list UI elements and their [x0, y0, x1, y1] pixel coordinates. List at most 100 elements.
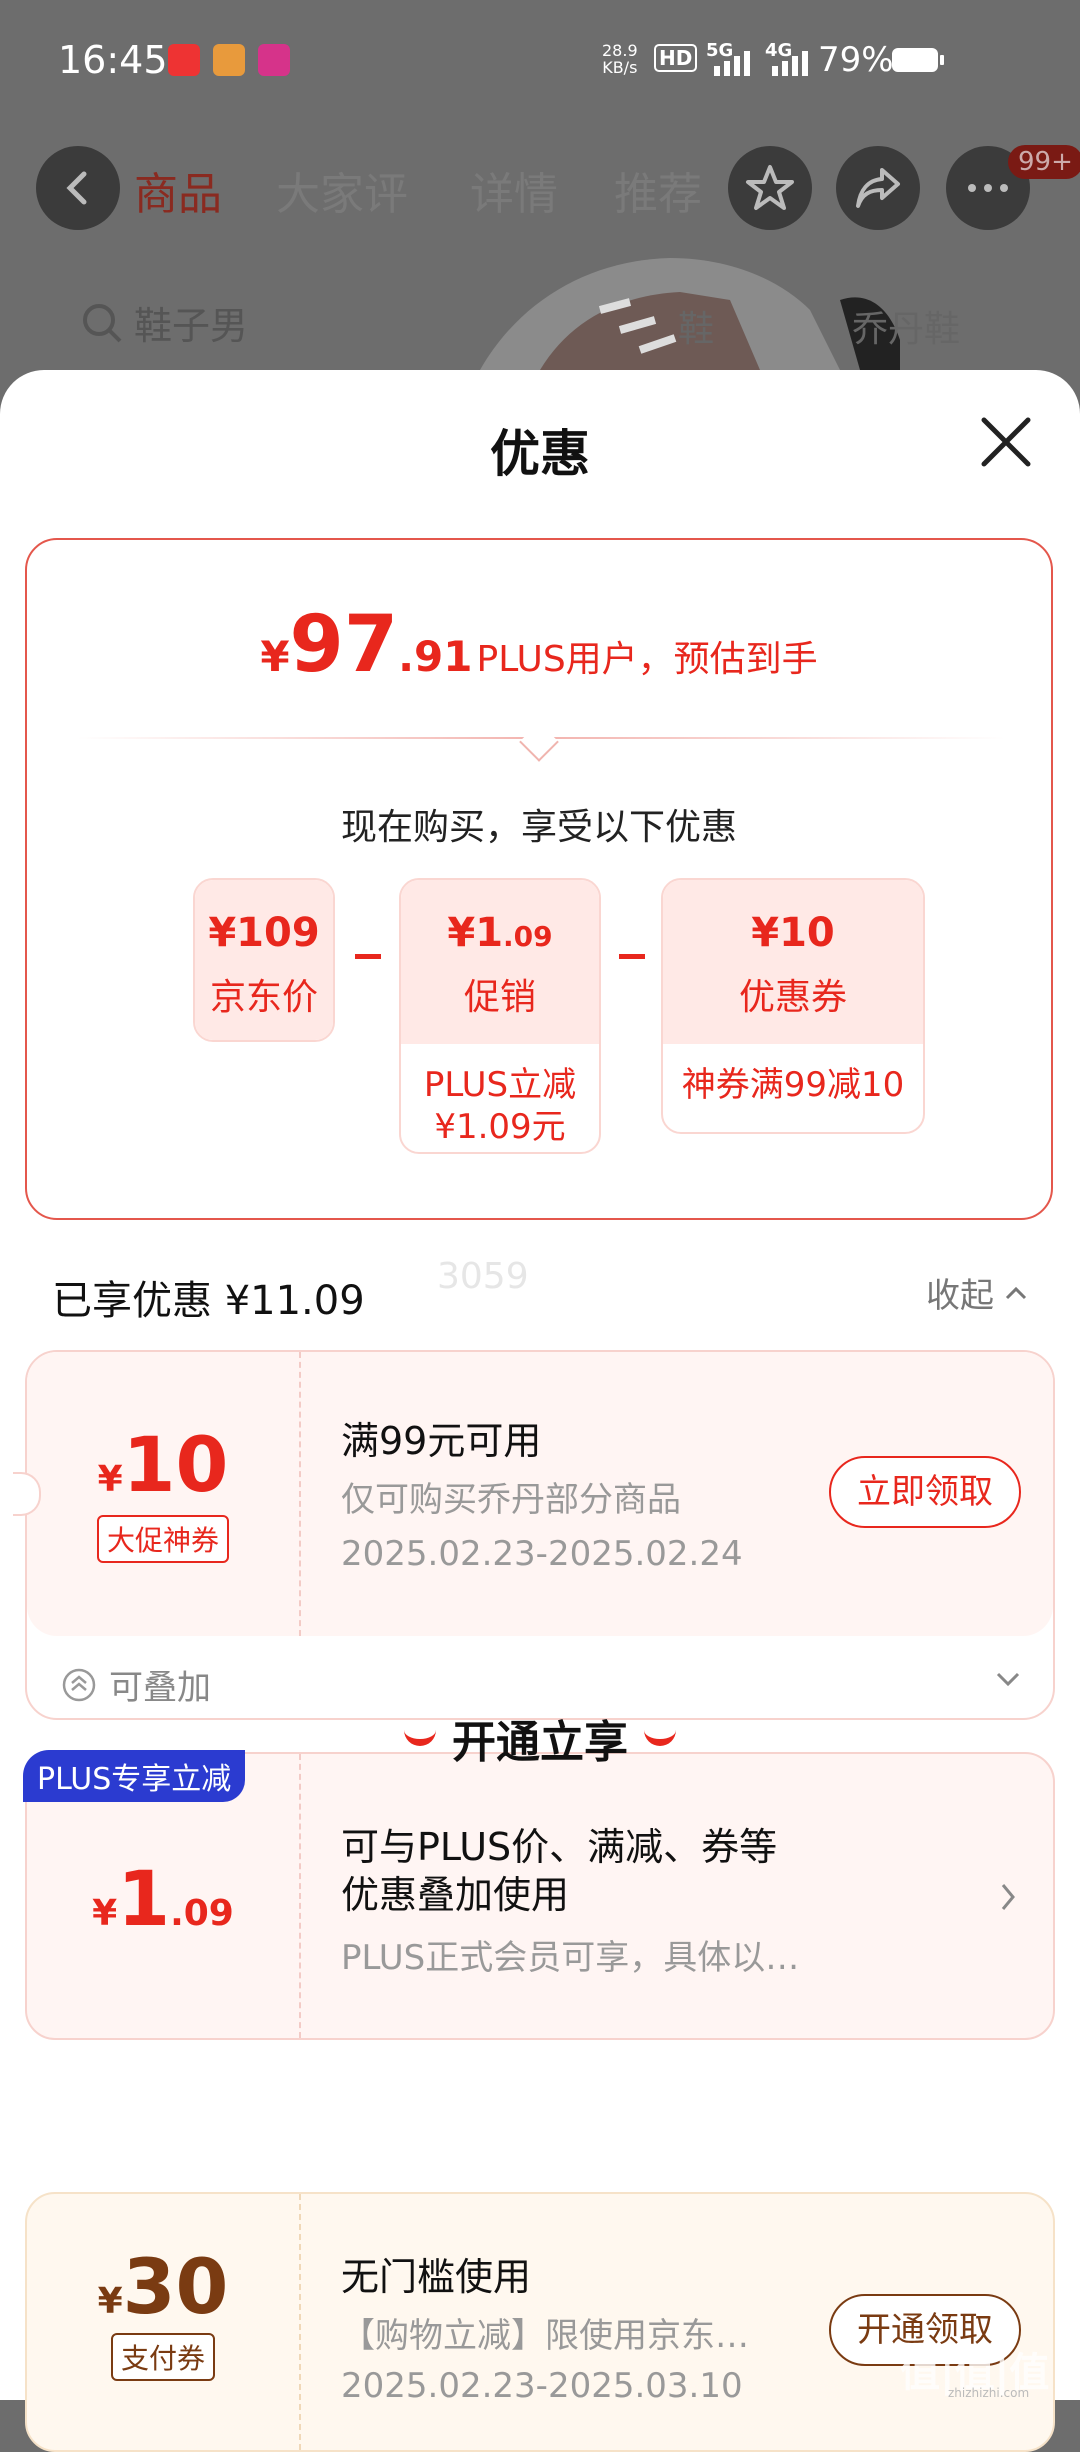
- status-time: 16:45: [58, 38, 168, 82]
- promotion-amount-int: ¥1: [447, 910, 504, 956]
- divider-notch: [519, 722, 559, 762]
- minus-sign: [619, 954, 645, 959]
- plus-discount-card[interactable]: ¥1.09 可与PLUS价、满减、券等 优惠叠加使用 PLUS正式会员可享，具体…: [23, 1750, 1055, 2042]
- signal-4g-icon: [772, 51, 808, 76]
- search-icon: [83, 303, 122, 342]
- coupon-value: ¥10 大促神券: [27, 1352, 301, 1636]
- status-bar: 16:45 28.9 KB/s HD 5G 4G 79%: [0, 0, 1080, 120]
- smile-decoration: [404, 1725, 436, 1746]
- coupon-date: 2025.02.23-2025.02.24: [341, 1534, 743, 1574]
- back-button[interactable]: [36, 146, 120, 230]
- close-icon[interactable]: [978, 414, 1034, 470]
- coupon-label: 优惠券: [738, 977, 847, 1018]
- coupon-amount: ¥1.09: [27, 1854, 299, 1943]
- coupon-tag: 支付券: [110, 2333, 215, 2381]
- coupon-box: ¥10 优惠券 神券满99减10: [661, 878, 925, 1134]
- tab-reviews[interactable]: 大家评: [276, 158, 408, 222]
- app-notification-icon: [168, 44, 200, 76]
- suggest-chip: 鞋: [678, 309, 715, 350]
- price-label: PLUS用户，预估到手: [476, 639, 818, 680]
- smile-decoration: [644, 1725, 676, 1746]
- coupon-description: 【购物立减】限使用京东…: [341, 2316, 749, 2356]
- battery-percent: 79%: [818, 40, 894, 80]
- coupon-card: ¥10 大促神券 满99元可用 仅可购买乔丹部分商品 2025.02.23-20…: [13, 1350, 1055, 1720]
- search-text: 鞋子男: [134, 304, 249, 348]
- coupon-title-line2: 优惠叠加使用: [341, 1873, 570, 1917]
- coupon-amount-int: 1: [117, 1854, 171, 1943]
- jd-price-label: 京东价: [209, 977, 318, 1018]
- coupon-amount-dec: .09: [170, 1893, 234, 1934]
- currency-symbol: ¥: [92, 1893, 118, 1934]
- buy-now-text: 现在购买，享受以下优惠: [340, 807, 737, 848]
- coupon-title-line1: 可与PLUS价、满减、券等: [341, 1825, 778, 1869]
- coupon-detail: 神券满99减10: [681, 1065, 905, 1105]
- minus-sign: [355, 954, 381, 959]
- app-notification-icon: [258, 44, 290, 76]
- collapse-label: 收起: [926, 1276, 994, 1316]
- promotion-amount: ¥1.09: [401, 880, 599, 956]
- price-integer: 97: [289, 600, 399, 690]
- network-speed: 28.9 KB/s: [602, 42, 638, 76]
- signal-5g-icon: [714, 51, 750, 76]
- battery-icon: [892, 48, 944, 72]
- back-arrow-icon: [66, 171, 87, 205]
- chevron-down-icon[interactable]: [995, 1670, 1021, 1688]
- collapse-button[interactable]: 收起: [926, 1268, 1028, 1317]
- app-notification-icon: [213, 44, 245, 76]
- sheet-title: 优惠: [490, 425, 590, 483]
- chevron-up-icon: [1005, 1286, 1027, 1299]
- share-icon: [856, 168, 900, 208]
- coupon-date: 2025.02.23-2025.03.10: [341, 2366, 743, 2406]
- stackable-label: 可叠加: [109, 1668, 211, 1708]
- coupon-title: 满99元可用: [341, 1419, 542, 1463]
- enjoyed-discount-total: 已享优惠 ¥11.09: [52, 1278, 365, 1324]
- coupon-amount: ¥30: [27, 2242, 299, 2331]
- jd-price-box: ¥109 京东价: [193, 878, 335, 1042]
- coupon-amount: ¥10: [751, 910, 835, 956]
- price-decimal: .91: [398, 632, 473, 681]
- stack-icon: [62, 1668, 96, 1701]
- coupon-description: 仅可购买乔丹部分商品: [341, 1480, 681, 1520]
- promotion-box: ¥1.09 促销 PLUS立减 ¥1.09元: [399, 878, 601, 1154]
- hd-icon: HD: [654, 44, 698, 72]
- stackable-info[interactable]: 可叠加: [61, 1660, 211, 1709]
- message-count-badge: 99+: [1008, 145, 1080, 179]
- promotion-detail: PLUS立减 ¥1.09元: [423, 1065, 577, 1147]
- chevron-right-icon: [1001, 1884, 1015, 1910]
- open-section-title: 开通立享: [0, 1706, 1080, 1770]
- suggest-chip: 乔丹鞋: [852, 309, 961, 350]
- background-search: 鞋子男: [80, 295, 248, 350]
- product-nav-bar: 商品 大家评 详情 推荐: [0, 130, 1080, 240]
- tab-product[interactable]: 商品: [134, 158, 222, 222]
- jd-price-amount: ¥109: [208, 910, 320, 956]
- coupon-amount: ¥10: [27, 1420, 299, 1509]
- coupon-body: ¥30 支付券 无门槛使用 【购物立减】限使用京东… 2025.02.23-20…: [25, 2192, 1055, 2452]
- claim-coupon-button[interactable]: 立即领取: [829, 1456, 1021, 1528]
- estimated-price: ¥97.91 PLUS用户，预估到手: [27, 600, 1051, 690]
- favorite-button[interactable]: [728, 146, 812, 230]
- open-section-title-text: 开通立享: [452, 1717, 628, 1768]
- discount-sheet: 优惠 ¥97.91 PLUS用户，预估到手 现在购买，享受以下优惠 ¥109 京东…: [0, 370, 1080, 2452]
- image-watermark: 3059: [437, 1256, 529, 1297]
- star-icon: [746, 165, 794, 210]
- coupon-title: 无门槛使用: [341, 2255, 532, 2299]
- coupon-description: PLUS正式会员可享，具体以…: [341, 1938, 800, 1978]
- network-speed-unit: KB/s: [602, 58, 638, 77]
- coupon-value: ¥30 支付券: [27, 2194, 301, 2450]
- more-dots-icon: [968, 184, 1008, 192]
- price-summary-card: ¥97.91 PLUS用户，预估到手 现在购买，享受以下优惠 ¥109 京东价 ¥…: [25, 538, 1053, 1297]
- share-button[interactable]: [836, 146, 920, 230]
- coupon-body: ¥10 大促神券 满99元可用 仅可购买乔丹部分商品 2025.02.23-20…: [27, 1352, 1053, 1636]
- network-speed-value: 28.9: [602, 41, 638, 60]
- promotion-amount-dec: .09: [503, 920, 553, 953]
- currency-symbol: ¥: [97, 1459, 123, 1500]
- currency-symbol: ¥: [260, 632, 290, 681]
- coupon-amount-value: 30: [122, 2242, 229, 2331]
- currency-symbol: ¥: [97, 2281, 123, 2322]
- coupon-tag: 大促神券: [96, 1515, 229, 1563]
- promotion-label: 促销: [463, 977, 536, 1018]
- tab-details[interactable]: 详情: [470, 158, 558, 222]
- tab-recommend[interactable]: 推荐: [614, 158, 702, 222]
- site-watermark-url: zhizhizhi.com: [948, 2386, 1030, 2400]
- coupon-amount-value: 10: [122, 1420, 229, 1509]
